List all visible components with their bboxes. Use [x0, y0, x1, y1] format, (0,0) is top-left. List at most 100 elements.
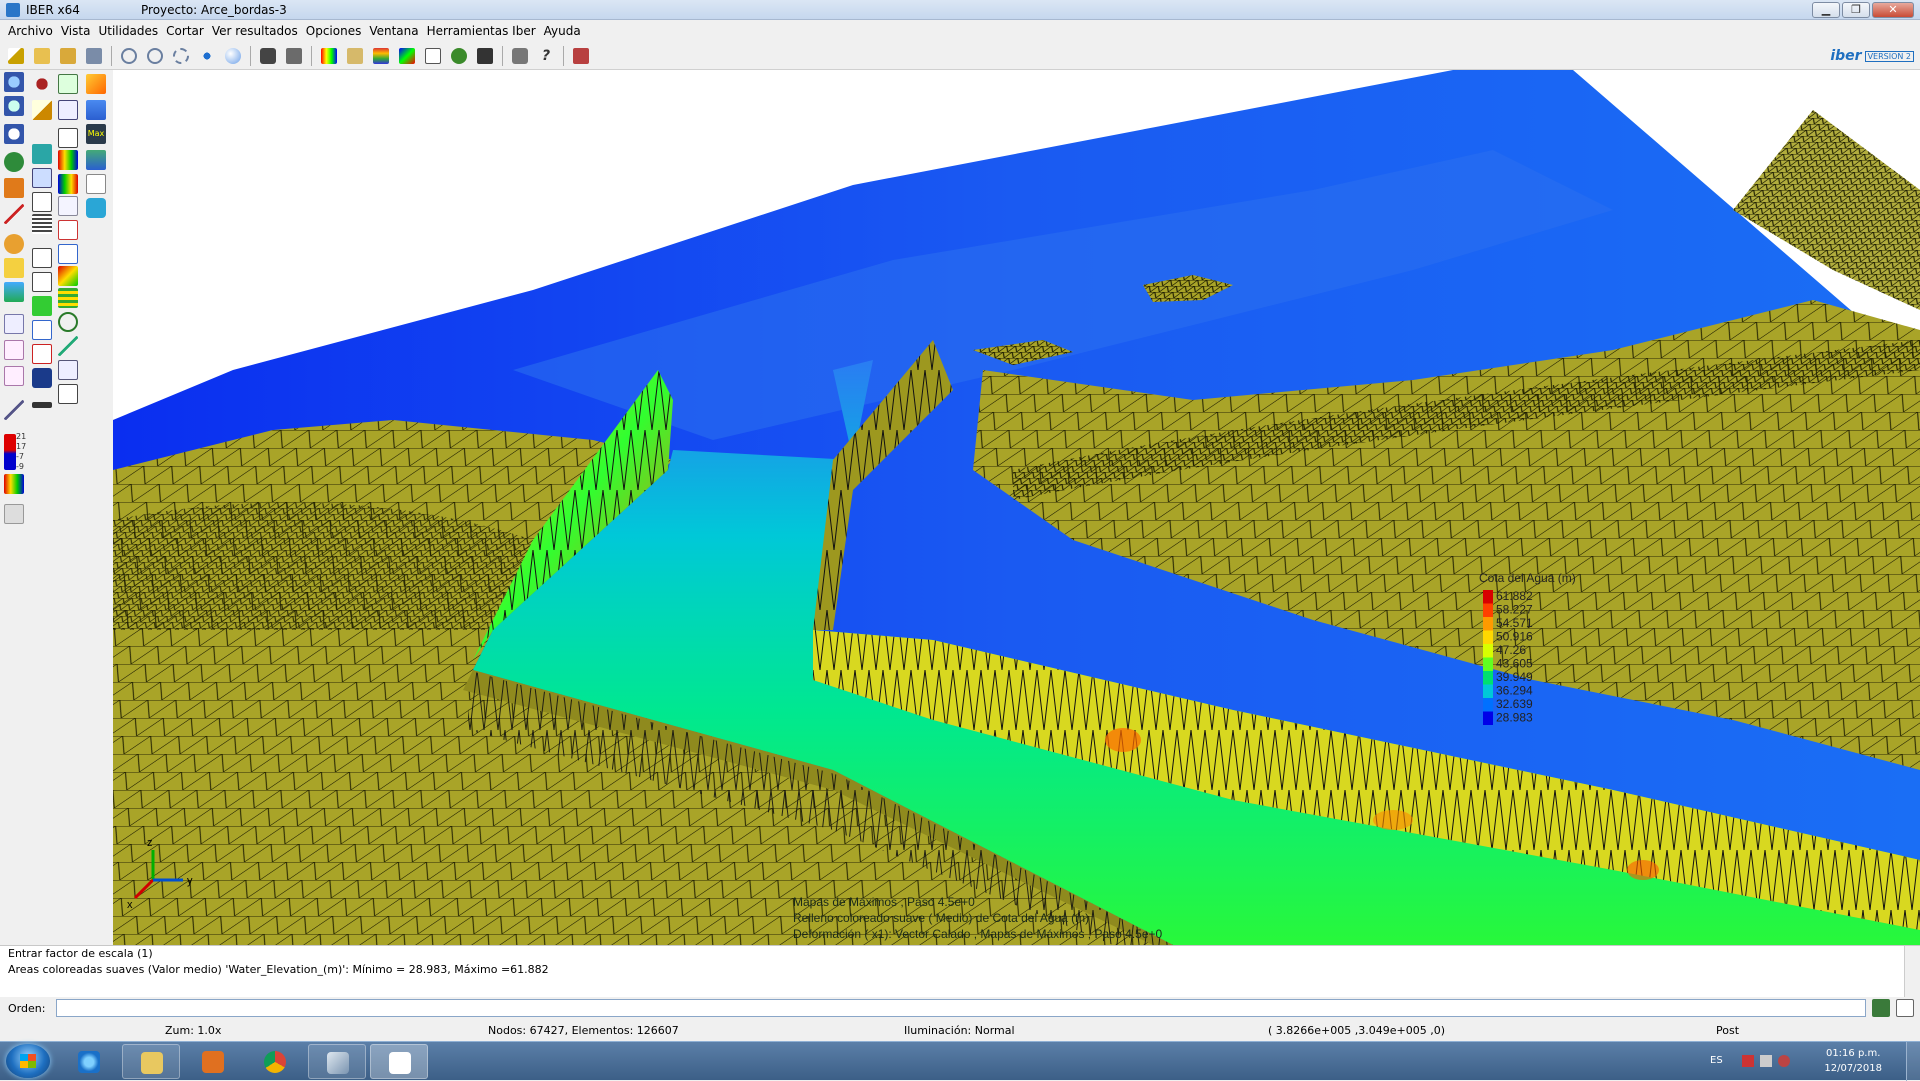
rotate-view-icon[interactable]	[118, 45, 140, 67]
edit-icon[interactable]	[32, 100, 52, 120]
taskbar-ie[interactable]	[60, 1044, 118, 1079]
zoom-in-icon[interactable]	[4, 72, 24, 92]
new-file-icon[interactable]	[5, 45, 27, 67]
results-contour-icon[interactable]	[318, 45, 340, 67]
menu-ver-resultados[interactable]: Ver resultados	[208, 24, 302, 38]
gradient-icon[interactable]	[58, 266, 78, 286]
line-graph-icon[interactable]	[58, 336, 78, 356]
menu-cortar[interactable]: Cortar	[162, 24, 208, 38]
zoom-out-icon[interactable]	[4, 96, 24, 116]
menu-ayuda[interactable]: Ayuda	[540, 24, 585, 38]
brush-icon[interactable]	[86, 74, 106, 94]
zoom-frame-icon[interactable]	[4, 124, 24, 144]
help-icon[interactable]: ?	[535, 45, 557, 67]
surface-icon[interactable]	[4, 366, 24, 386]
mesh-edit-icon[interactable]	[4, 314, 24, 334]
boundary-icon[interactable]	[4, 234, 24, 254]
save-icon[interactable]	[83, 45, 105, 67]
layers-icon[interactable]	[370, 45, 392, 67]
point-icon[interactable]	[32, 74, 52, 94]
terrain-icon[interactable]	[4, 282, 24, 302]
vector-icon[interactable]	[58, 100, 78, 120]
taskbar-app[interactable]	[308, 1044, 366, 1079]
pencil-icon[interactable]	[4, 204, 24, 224]
contour-smooth-icon[interactable]	[58, 174, 78, 194]
distance-icon[interactable]	[32, 248, 52, 268]
volume-icon[interactable]	[1778, 1055, 1790, 1067]
mesh-view-icon[interactable]	[58, 74, 78, 94]
list-icon[interactable]	[32, 168, 52, 188]
color-bars-icon[interactable]	[4, 474, 24, 494]
menu-ventana[interactable]: Ventana	[365, 24, 422, 38]
sphere-icon[interactable]	[222, 45, 244, 67]
label-e-icon[interactable]	[32, 192, 52, 212]
start-button[interactable]	[6, 1044, 50, 1078]
language-indicator[interactable]: ES	[1710, 1055, 1723, 1066]
output-scrollbar[interactable]	[1904, 946, 1920, 998]
chart-icon[interactable]	[58, 384, 78, 404]
lines-icon[interactable]	[32, 214, 52, 234]
menu-herramientas-iber[interactable]: Herramientas Iber	[423, 24, 540, 38]
streamline-icon[interactable]	[58, 196, 78, 216]
settings-icon[interactable]	[509, 45, 531, 67]
graph-icon[interactable]	[422, 45, 444, 67]
order-input[interactable]	[56, 999, 1866, 1017]
execute-icon[interactable]	[1872, 999, 1890, 1017]
taskbar-iber[interactable]	[370, 1044, 428, 1079]
close-button[interactable]: ✕	[1872, 2, 1914, 18]
results-view-icon[interactable]	[344, 45, 366, 67]
box-icon[interactable]	[58, 360, 78, 380]
animation-icon[interactable]	[474, 45, 496, 67]
flow-icon[interactable]	[86, 198, 106, 218]
plus-icon[interactable]	[1896, 999, 1914, 1017]
menu-archivo[interactable]: Archivo	[4, 24, 57, 38]
graphics-viewport[interactable]: Mapas de Máximos , Paso 4.5e+0 Relleno c…	[113, 70, 1920, 945]
node-numbers-icon[interactable]	[58, 244, 78, 264]
clear-icon[interactable]	[4, 504, 24, 524]
contour-fill-icon[interactable]	[58, 150, 78, 170]
recycle-icon[interactable]	[4, 152, 24, 172]
ring-icon[interactable]	[58, 312, 78, 332]
colormap-icon[interactable]	[396, 45, 418, 67]
rotate-center-icon[interactable]	[170, 45, 192, 67]
mesh-icon[interactable]	[448, 45, 470, 67]
cut-icon[interactable]	[4, 400, 24, 420]
condition-icon[interactable]	[4, 258, 24, 278]
stripes-icon[interactable]	[58, 288, 78, 308]
max-icon[interactable]: Max	[86, 124, 106, 144]
xy-icon[interactable]	[32, 272, 52, 292]
print-icon[interactable]	[283, 45, 305, 67]
water-icon[interactable]	[86, 100, 106, 120]
open-folder-icon[interactable]	[31, 45, 53, 67]
menu-utilidades[interactable]: Utilidades	[94, 24, 162, 38]
minimize-button[interactable]: ▁	[1812, 2, 1840, 18]
taskbar-explorer[interactable]	[122, 1044, 180, 1079]
rotate-trackball-icon[interactable]	[144, 45, 166, 67]
menu-opciones[interactable]: Opciones	[302, 24, 366, 38]
taskbar-media-player[interactable]	[184, 1044, 242, 1079]
curve-icon[interactable]	[86, 174, 106, 194]
arrows-icon[interactable]	[32, 320, 52, 340]
menu-vista[interactable]: Vista	[57, 24, 95, 38]
geometry-icon[interactable]	[4, 178, 24, 198]
max-min-icon[interactable]	[32, 344, 52, 364]
results-scene[interactable]: Mapas de Máximos , Paso 4.5e+0 Relleno c…	[113, 70, 1920, 945]
pan-icon[interactable]	[196, 45, 218, 67]
open-recent-icon[interactable]	[57, 45, 79, 67]
polygon-icon[interactable]	[4, 340, 24, 360]
clock[interactable]: 01:16 p.m. 12/07/2018	[1824, 1046, 1882, 1076]
show-desktop-button[interactable]	[1906, 1042, 1920, 1081]
eraser-icon[interactable]	[32, 144, 52, 164]
taskbar-chrome[interactable]	[246, 1044, 304, 1079]
camera-icon[interactable]	[257, 45, 279, 67]
depth-icon[interactable]	[86, 150, 106, 170]
diamond-icon[interactable]	[32, 296, 52, 316]
flag-icon[interactable]	[1742, 1055, 1754, 1067]
restore-button[interactable]: ❐	[1842, 2, 1870, 18]
globe-icon[interactable]	[32, 368, 52, 388]
section-line-icon[interactable]	[32, 402, 52, 408]
error-marker-icon[interactable]	[58, 220, 78, 240]
network-icon[interactable]	[1760, 1055, 1772, 1067]
exit-icon[interactable]	[570, 45, 592, 67]
profile-icon[interactable]	[58, 128, 78, 148]
